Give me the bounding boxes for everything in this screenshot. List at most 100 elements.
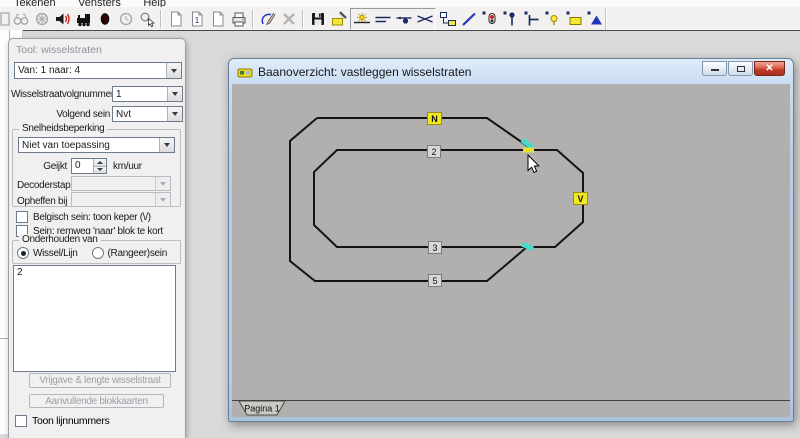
block-diagram-icon[interactable] [437,9,458,29]
print-icon[interactable] [228,9,249,29]
geijkt-label: Geijkt [43,161,67,172]
track-labels-layer: N 2 V 3 5 [232,84,790,400]
pole-flag-icon[interactable] [521,9,542,29]
toolbar-group [307,9,349,29]
toolbar-separator [302,9,304,28]
decoderstap-label: Decoderstap [17,180,71,191]
belgisch-sein-checkbox[interactable]: Belgisch sein: toon keper (\/) [16,211,151,223]
route-combo[interactable]: Van: 1 naar: 4 [14,62,182,79]
binoculars-icon[interactable] [10,9,31,29]
signal-red-icon[interactable] [479,9,500,29]
track-detector-icon[interactable] [393,9,414,29]
checkbox-icon[interactable] [15,415,27,427]
edit-pen-icon[interactable] [257,9,278,29]
toolbar-group: 1 [165,9,249,29]
panel-title: Tool: wisselstraten [16,44,102,56]
track-segment-icon[interactable] [372,9,393,29]
volgend-sein-combo[interactable]: Nvt [112,106,183,122]
track-crossing-icon[interactable] [414,9,435,29]
maximize-button[interactable] [728,61,753,76]
block-label-2[interactable]: 2 [427,145,441,158]
menu-item-vensters[interactable]: Vensters [69,0,130,7]
minimize-button[interactable] [702,61,727,76]
snelheid-combo[interactable]: Niet van toepassing [18,137,175,153]
maximize-icon [736,65,745,72]
volgend-sein-label: Volgend sein [56,109,110,120]
svg-text:1: 1 [194,15,199,25]
kmuur-label: km/uur [113,161,142,172]
radio-icon[interactable] [91,247,104,259]
window-titlebar[interactable]: Baanoverzicht: vastleggen wisselstraten … [232,59,790,84]
wisselstraatvolgnummer-label: Wisselstraatvolgnummer [11,89,114,100]
chevron-down-icon[interactable] [166,63,181,78]
draw-line-icon[interactable] [458,9,479,29]
signal-lamp-icon[interactable] [94,9,115,29]
chevron-down-icon [155,193,170,206]
wheel-icon[interactable] [31,9,52,29]
lamp-icon[interactable] [542,9,563,29]
block-label-N[interactable]: N [427,112,442,125]
checkbox-icon[interactable] [16,211,28,223]
chevron-down-icon[interactable] [167,87,182,101]
page-tab[interactable]: Pagina 1 [238,401,286,416]
chevron-down-icon[interactable] [167,107,182,121]
combo-value: 1 [116,89,122,100]
combo-value: Niet van toepassing [22,140,110,151]
locomotive-icon[interactable] [73,9,94,29]
block-label-5[interactable]: 5 [428,274,442,287]
block-label-3[interactable]: 3 [428,241,442,254]
combo-value: Nvt [116,109,131,120]
yellow-plate-icon[interactable] [563,9,584,29]
checkbox-label: Toon lijnnummers [32,415,110,427]
group-label: Onderhouden van [19,234,101,245]
triangle-icon[interactable] [584,9,605,29]
pole-dot-icon[interactable] [500,9,521,29]
radio-icon[interactable] [17,247,29,259]
page-tab-label: Pagina 1 [244,404,280,414]
wisselstraatvolgnummer-combo[interactable]: 1 [112,86,183,102]
speaker-icon[interactable] [52,9,73,29]
onderhouden-van-options: Wissel/Lijn (Rangeer)sein [17,247,177,259]
toon-lijnnummers-checkbox[interactable]: Toon lijnnummers [15,415,110,427]
blokkaarten-button[interactable]: Aanvullende blokkaarten [29,394,164,408]
clock-icon[interactable] [115,9,136,29]
vrijgave-button[interactable]: Vrijgave & lengte wisselstraat [29,373,171,388]
radio-label: (Rangeer)sein [107,247,168,259]
opheffen-bij-label: Opheffen bij [17,196,68,207]
spin-down-icon[interactable] [94,166,106,173]
menu-item-tekenen[interactable]: Tekenen [5,0,65,7]
track-layout-canvas[interactable]: N 2 V 3 5 [232,84,790,400]
save-icon[interactable] [307,9,328,29]
toolbar-group [257,9,299,29]
menu-bar: Tekenen Vensters Help [0,0,800,7]
list-item[interactable]: 2 [14,266,175,279]
decoderstap-combo[interactable] [71,176,171,191]
wisselstraat-listbox[interactable]: 2 [13,265,176,372]
toolbar-icons: 1 [0,7,605,30]
tool-wisselstraten-panel: Tool: wisselstraten Van: 1 naar: 4 Wisse… [8,38,186,438]
opheffen-bij-combo[interactable] [71,192,171,207]
baanoverzicht-window: Baanoverzicht: vastleggen wisselstraten … [228,58,794,422]
radio-label: Wissel/Lijn [33,247,78,259]
page-tabstrip: Pagina 1 [232,400,790,417]
radio--rangeer-sein[interactable]: (Rangeer)sein [91,247,168,259]
pointer-tool-icon[interactable] [136,9,157,29]
spin-up-icon[interactable] [94,159,106,167]
menu-item-help[interactable]: Help [134,0,175,7]
geijkt-spinner[interactable]: 0 [71,158,107,174]
spinner-value: 0 [75,160,81,171]
draw-note-icon[interactable] [328,9,349,29]
track-highlight-icon[interactable] [351,9,372,29]
radio-wissel-lijn[interactable]: Wissel/Lijn [17,247,78,259]
close-button[interactable]: ✕ [754,61,785,76]
close-icon: ✕ [765,62,774,74]
block-label-V[interactable]: V [573,192,588,205]
delete-x-icon[interactable] [278,9,299,29]
partial-icon[interactable] [0,9,10,29]
window-icon [237,68,253,77]
chevron-down-icon[interactable] [159,138,174,152]
new-document-icon[interactable] [165,9,186,29]
document-1-icon[interactable]: 1 [186,9,207,29]
document-icon[interactable] [207,9,228,29]
toolbar-separator [160,9,162,28]
